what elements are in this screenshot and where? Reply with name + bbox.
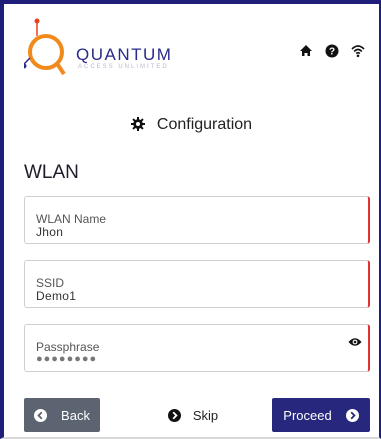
- header: QUANTUM ACCESS UNLIMITED ?: [19, 18, 365, 88]
- passphrase-label: Passphrase: [36, 340, 100, 354]
- wlan-name-value[interactable]: Jhon: [36, 225, 63, 239]
- arrow-right-circle-icon: [167, 408, 181, 422]
- passphrase-field[interactable]: Passphrase ●●●●●●●●: [24, 324, 370, 372]
- home-icon[interactable]: [299, 44, 313, 58]
- back-button-label: Back: [61, 407, 90, 423]
- proceed-button[interactable]: Proceed: [272, 398, 370, 432]
- app-frame: QUANTUM ACCESS UNLIMITED ? Configuration…: [0, 0, 381, 439]
- arrow-right-circle-icon: [345, 408, 359, 422]
- ssid-label: SSID: [36, 276, 65, 290]
- brand-name: QUANTUM: [76, 45, 173, 64]
- eye-icon[interactable]: [348, 337, 362, 347]
- ssid-value[interactable]: Demo1: [36, 289, 76, 303]
- wlan-name-label: WLAN Name: [36, 212, 107, 226]
- wlan-name-field[interactable]: WLAN Name Jhon: [24, 196, 370, 244]
- wlan-heading: WLAN: [24, 162, 79, 183]
- svg-text:?: ?: [329, 47, 335, 58]
- ssid-field[interactable]: SSID Demo1: [24, 260, 370, 308]
- skip-button-label: Skip: [192, 407, 219, 423]
- arrow-left-circle-icon: [34, 408, 48, 422]
- section-title-label: Configuration: [156, 116, 253, 133]
- gear-icon: [130, 117, 145, 131]
- header-icons: ?: [299, 44, 365, 58]
- section-title: Configuration: [4, 116, 379, 134]
- passphrase-value[interactable]: ●●●●●●●●: [36, 353, 97, 365]
- help-icon[interactable]: ?: [325, 44, 339, 58]
- proceed-button-label: Proceed: [283, 407, 332, 423]
- skip-button[interactable]: Skip: [158, 398, 228, 432]
- wifi-icon[interactable]: [351, 44, 365, 58]
- brand-tagline: ACCESS UNLIMITED: [78, 64, 169, 70]
- back-button[interactable]: Back: [24, 398, 100, 432]
- logo-mark: [19, 18, 66, 76]
- quantum-logo: QUANTUM ACCESS UNLIMITED: [19, 18, 224, 88]
